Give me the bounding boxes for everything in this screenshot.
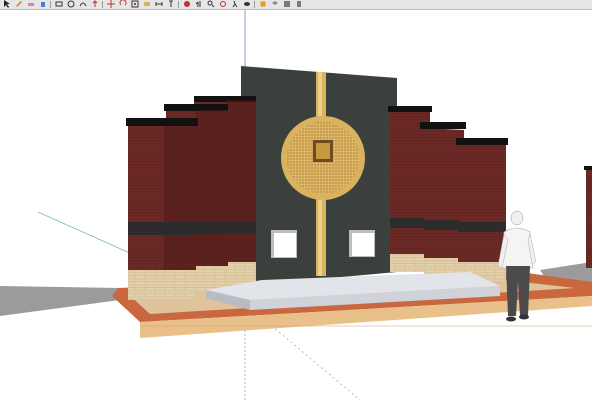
eraser-icon[interactable] (26, 0, 36, 8)
orbit-icon[interactable] (182, 0, 192, 8)
circular-medallion (281, 116, 365, 200)
toolbar-separator (178, 1, 179, 8)
iso-view-icon[interactable] (270, 0, 280, 8)
rectangle-icon[interactable] (54, 0, 64, 8)
right-towers (388, 106, 508, 282)
dimension-icon[interactable] (154, 0, 164, 8)
move-icon[interactable] (106, 0, 116, 8)
look-around-icon[interactable] (242, 0, 252, 8)
window-left (271, 230, 297, 258)
zoom-extents-icon[interactable] (218, 0, 228, 8)
top-view-icon[interactable] (282, 0, 292, 8)
ground-shadow-left (0, 286, 120, 316)
pan-icon[interactable] (194, 0, 204, 8)
circle-icon[interactable] (66, 0, 76, 8)
push-pull-icon[interactable] (90, 0, 100, 8)
window-right (349, 230, 375, 257)
zoom-icon[interactable] (206, 0, 216, 8)
pencil-icon[interactable] (14, 0, 24, 8)
section-plane-icon[interactable] (258, 0, 268, 8)
tape-measure-icon[interactable] (142, 0, 152, 8)
paint-bucket-icon[interactable] (38, 0, 48, 8)
toolbar-separator (50, 1, 51, 8)
front-view-icon[interactable] (294, 0, 304, 8)
arc-icon[interactable] (78, 0, 88, 8)
toolbar-separator (254, 1, 255, 8)
far-right-post (584, 166, 592, 268)
walk-icon[interactable] (230, 0, 240, 8)
3d-viewport[interactable] (0, 10, 592, 400)
toolbar-separator (102, 1, 103, 8)
offset-icon[interactable] (130, 0, 140, 8)
main-toolbar (0, 0, 592, 10)
left-towers (126, 96, 256, 300)
rotate-icon[interactable] (118, 0, 128, 8)
text-icon[interactable] (166, 0, 176, 8)
select-arrow-icon[interactable] (2, 0, 12, 8)
